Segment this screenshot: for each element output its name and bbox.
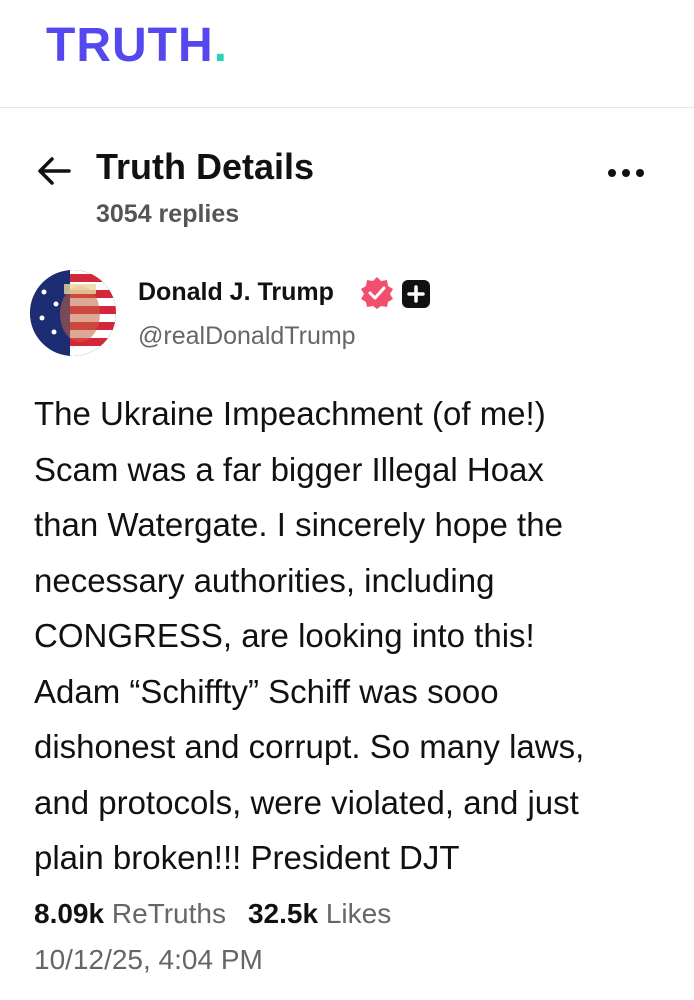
page-header: Truth Details 3054 replies xyxy=(0,140,694,240)
post-timestamp: 10/12/25, 4:04 PM xyxy=(34,944,263,975)
replies-count[interactable]: 3054 replies xyxy=(96,200,239,229)
truth-logo[interactable]: TRUTH. xyxy=(46,22,228,70)
post-author: Donald J. Trump @realDonaldTrump xyxy=(30,270,670,360)
retruths-stat[interactable]: 8.09k ReTruths xyxy=(34,898,226,929)
verified-badge-icon xyxy=(361,277,393,309)
app-top-bar: TRUTH. xyxy=(0,0,694,108)
avatar[interactable] xyxy=(30,270,116,356)
author-handle[interactable]: @realDonaldTrump xyxy=(138,322,356,351)
arrow-left-icon[interactable] xyxy=(36,156,72,186)
post-body: The Ukraine Impeachment (of me!) Scam wa… xyxy=(34,395,585,876)
author-name[interactable]: Donald J. Trump xyxy=(138,278,334,307)
likes-stat[interactable]: 32.5k Likes xyxy=(248,898,391,929)
page-title: Truth Details xyxy=(96,146,315,187)
post-stats: 8.09k ReTruths 32.5k Likes xyxy=(34,898,391,930)
ellipsis-icon[interactable] xyxy=(608,164,654,180)
plus-badge-icon xyxy=(402,280,430,308)
